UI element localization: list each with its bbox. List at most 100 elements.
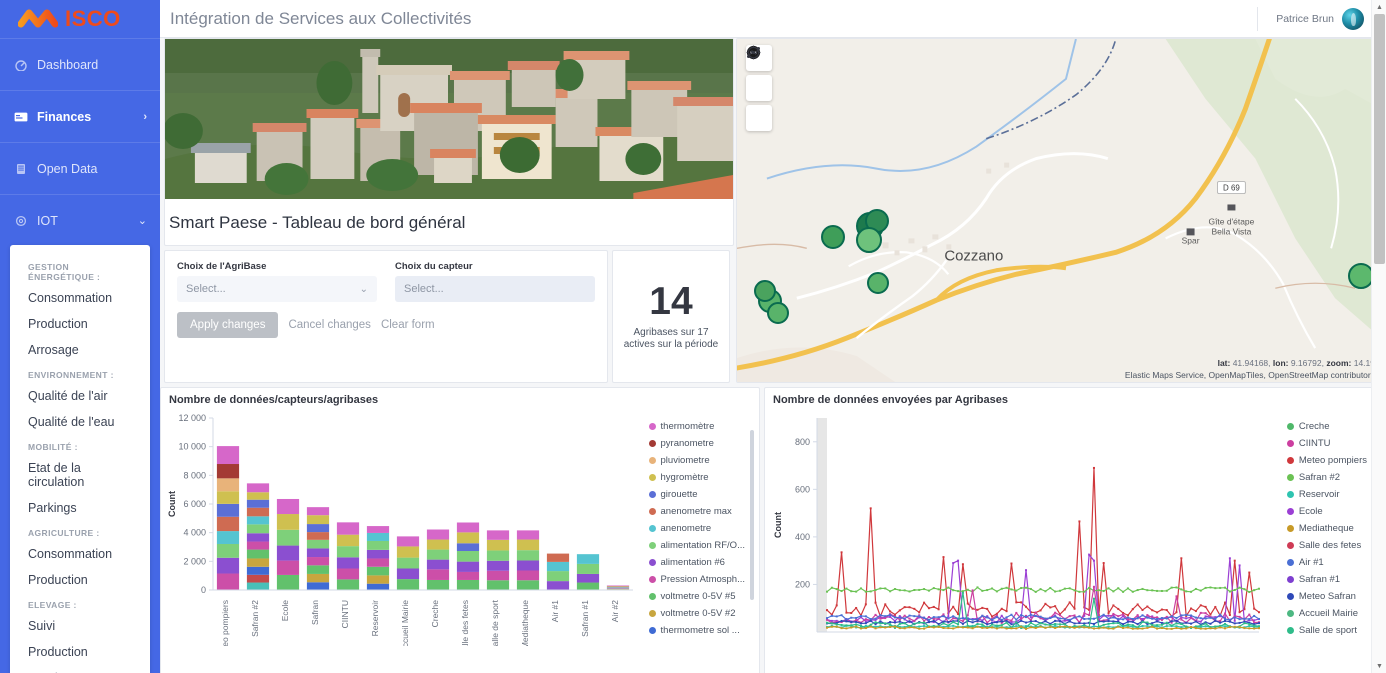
legend-item[interactable]: Ecole (1286, 503, 1367, 520)
page-scrollbar[interactable]: ▲ ▼ (1371, 0, 1386, 673)
submenu-item[interactable]: Qualité de l'air (10, 383, 150, 409)
legend-item[interactable]: Mediatheque (1286, 520, 1367, 537)
svg-text:Creche: Creche (430, 600, 440, 628)
line-chart-card: Nombre de données envoyées par Agribases… (764, 387, 1382, 673)
legend-item[interactable]: anenometre (648, 520, 745, 537)
bar-chart-legend[interactable]: thermomètre pyranometre pluviometre hygromè… (648, 418, 755, 640)
sidebar-item-open-data[interactable]: Open Data (0, 142, 160, 194)
sidebar-item-finances[interactable]: Finances › (0, 90, 160, 142)
apply-changes-button[interactable]: Apply changes (177, 312, 279, 338)
submenu-heading: ELEVAGE : (28, 600, 77, 610)
submenu-item[interactable]: Production (10, 567, 150, 593)
legend-color-dot (648, 627, 656, 634)
legend-label: Safran #2 (1298, 472, 1341, 483)
legend-item[interactable]: thermometre sol ... (648, 622, 745, 639)
legend-item[interactable]: Air #1 (1286, 554, 1367, 571)
legend-item[interactable]: pluviometre (648, 452, 745, 469)
sidebar-item-dashboard[interactable]: Dashboard (0, 38, 160, 90)
submenu-item[interactable]: Consommation (10, 285, 150, 311)
legend-item[interactable]: thermomètre (648, 418, 745, 435)
legend-color-dot (1286, 423, 1294, 430)
legend-color-dot (648, 440, 656, 447)
submenu-item[interactable]: Etat de la circulation (10, 455, 150, 495)
legend-label: Safran #1 (1298, 574, 1341, 585)
filter-form-card: Choix de l'AgriBase Select... ⌄ Choix du… (164, 250, 608, 383)
legend-label: CIINTU (1298, 438, 1331, 449)
submenu-item[interactable]: Arrosage (10, 337, 150, 363)
map-marker[interactable] (821, 225, 845, 249)
legend-item[interactable]: voltmetre 0-5V #5 (648, 588, 745, 605)
scroll-down-icon[interactable]: ▼ (1372, 659, 1386, 673)
line-chart-svg[interactable]: 200 400 600 800 Count (765, 408, 1265, 646)
scrollbar-thumb[interactable] (1374, 14, 1385, 264)
sidebar-item-iot[interactable]: IOT ⌄ (0, 194, 160, 246)
legend-item[interactable]: Reservoir (1286, 486, 1367, 503)
legend-item[interactable]: CIINTU (1286, 435, 1367, 452)
svg-text:Meteo pompiers: Meteo pompiers (220, 600, 230, 646)
legend-item[interactable]: Salle de sport (1286, 622, 1367, 639)
clear-form-button[interactable]: Clear form (381, 319, 435, 331)
map-marker[interactable] (867, 272, 889, 294)
map-marker[interactable] (856, 227, 882, 253)
brand[interactable]: ISCO (0, 0, 160, 38)
user-menu[interactable]: Patrice Brun (1257, 6, 1386, 31)
legend-label: voltmetre 0-5V #2 (660, 608, 736, 619)
legend-item[interactable]: Meteo Safran (1286, 588, 1367, 605)
svg-text:Safran #1: Safran #1 (580, 600, 590, 637)
legend-item[interactable]: alimentation #6 (648, 554, 745, 571)
sidebar-item-label: Open Data (37, 161, 98, 176)
village-photo (165, 39, 733, 199)
legend-item[interactable]: Air #2 (1287, 639, 1367, 640)
legend-item[interactable]: sonde watermark ... (649, 639, 745, 640)
legend-item[interactable]: Accueil Mairie (1286, 605, 1367, 622)
lon-label: lon: (1272, 358, 1289, 368)
legend-item[interactable]: girouette (648, 486, 745, 503)
agribase-select[interactable]: Select... ⌄ (177, 276, 377, 302)
legend-item[interactable]: Safran #2 (1286, 469, 1367, 486)
legend-item[interactable]: pyranometre (648, 435, 745, 452)
map-canvas[interactable]: Cozzano D 69 Gîte d'étape Bella Vista Sp… (737, 39, 1381, 382)
metric-value: 14 (649, 279, 693, 323)
legend-label: pluviometre (660, 455, 710, 466)
legend-item[interactable]: anenometre max (648, 503, 745, 520)
legend-color-dot (1286, 559, 1294, 566)
fit-bounds-icon[interactable] (746, 45, 772, 101)
svg-text:Salle de sport: Salle de sport (490, 599, 500, 646)
submenu-item[interactable]: Qualité de l'eau (10, 409, 150, 435)
svg-text:Mediatheque: Mediatheque (520, 600, 530, 646)
legend-item[interactable]: Salle des fetes (1286, 537, 1367, 554)
submenu-item[interactable]: Consommation (10, 541, 150, 567)
svg-text:6 000: 6 000 (183, 499, 206, 509)
svg-text:Count: Count (773, 512, 783, 538)
bar-chart-svg[interactable]: 0 2 000 4 000 6 000 8 000 10 000 12 000 Count Me… (161, 408, 641, 646)
legend-item[interactable]: Meteo pompiers (1286, 452, 1367, 469)
submenu-item[interactable]: Production (10, 639, 150, 665)
capteur-input[interactable]: Select... (395, 276, 595, 302)
map-marker[interactable] (754, 280, 776, 302)
legend-item[interactable]: Safran #1 (1286, 571, 1367, 588)
draw-shape-icon[interactable] (746, 47, 772, 131)
legend-item[interactable]: hygromètre (648, 469, 745, 486)
submenu-item[interactable]: Parkings (10, 495, 150, 521)
legend-item[interactable]: voltmetre 0-5V #2 (648, 605, 745, 622)
sidebar-item-label: Finances (37, 109, 92, 124)
sidebar-item-label: Dashboard (37, 57, 99, 72)
submenu-item[interactable]: Suivi (10, 613, 150, 639)
map-marker[interactable] (767, 302, 789, 324)
legend-scrollbar[interactable] (750, 430, 754, 600)
legend-item[interactable]: alimentation RF/O... (648, 537, 745, 554)
svg-text:Salle des fetes: Salle des fetes (460, 600, 470, 646)
legend-item[interactable]: Pression Atmosph... (648, 571, 745, 588)
line-chart-legend[interactable]: Creche CIINTU Meteo pompiers Safran #2 Reser… (1286, 418, 1377, 640)
legend-color-dot (648, 610, 656, 617)
legend-item[interactable]: Creche (1286, 418, 1367, 435)
svg-text:10 000: 10 000 (178, 442, 206, 452)
cancel-changes-button[interactable]: Cancel changes (288, 319, 370, 331)
svg-text:4 000: 4 000 (183, 528, 206, 538)
avatar[interactable] (1342, 7, 1364, 30)
legend-label: Reservoir (1298, 489, 1340, 500)
submenu-item[interactable]: Production (10, 311, 150, 337)
svg-text:Cozzano: Cozzano (944, 247, 1003, 264)
svg-text:Air #1: Air #1 (550, 600, 560, 622)
scroll-up-icon[interactable]: ▲ (1372, 0, 1386, 14)
